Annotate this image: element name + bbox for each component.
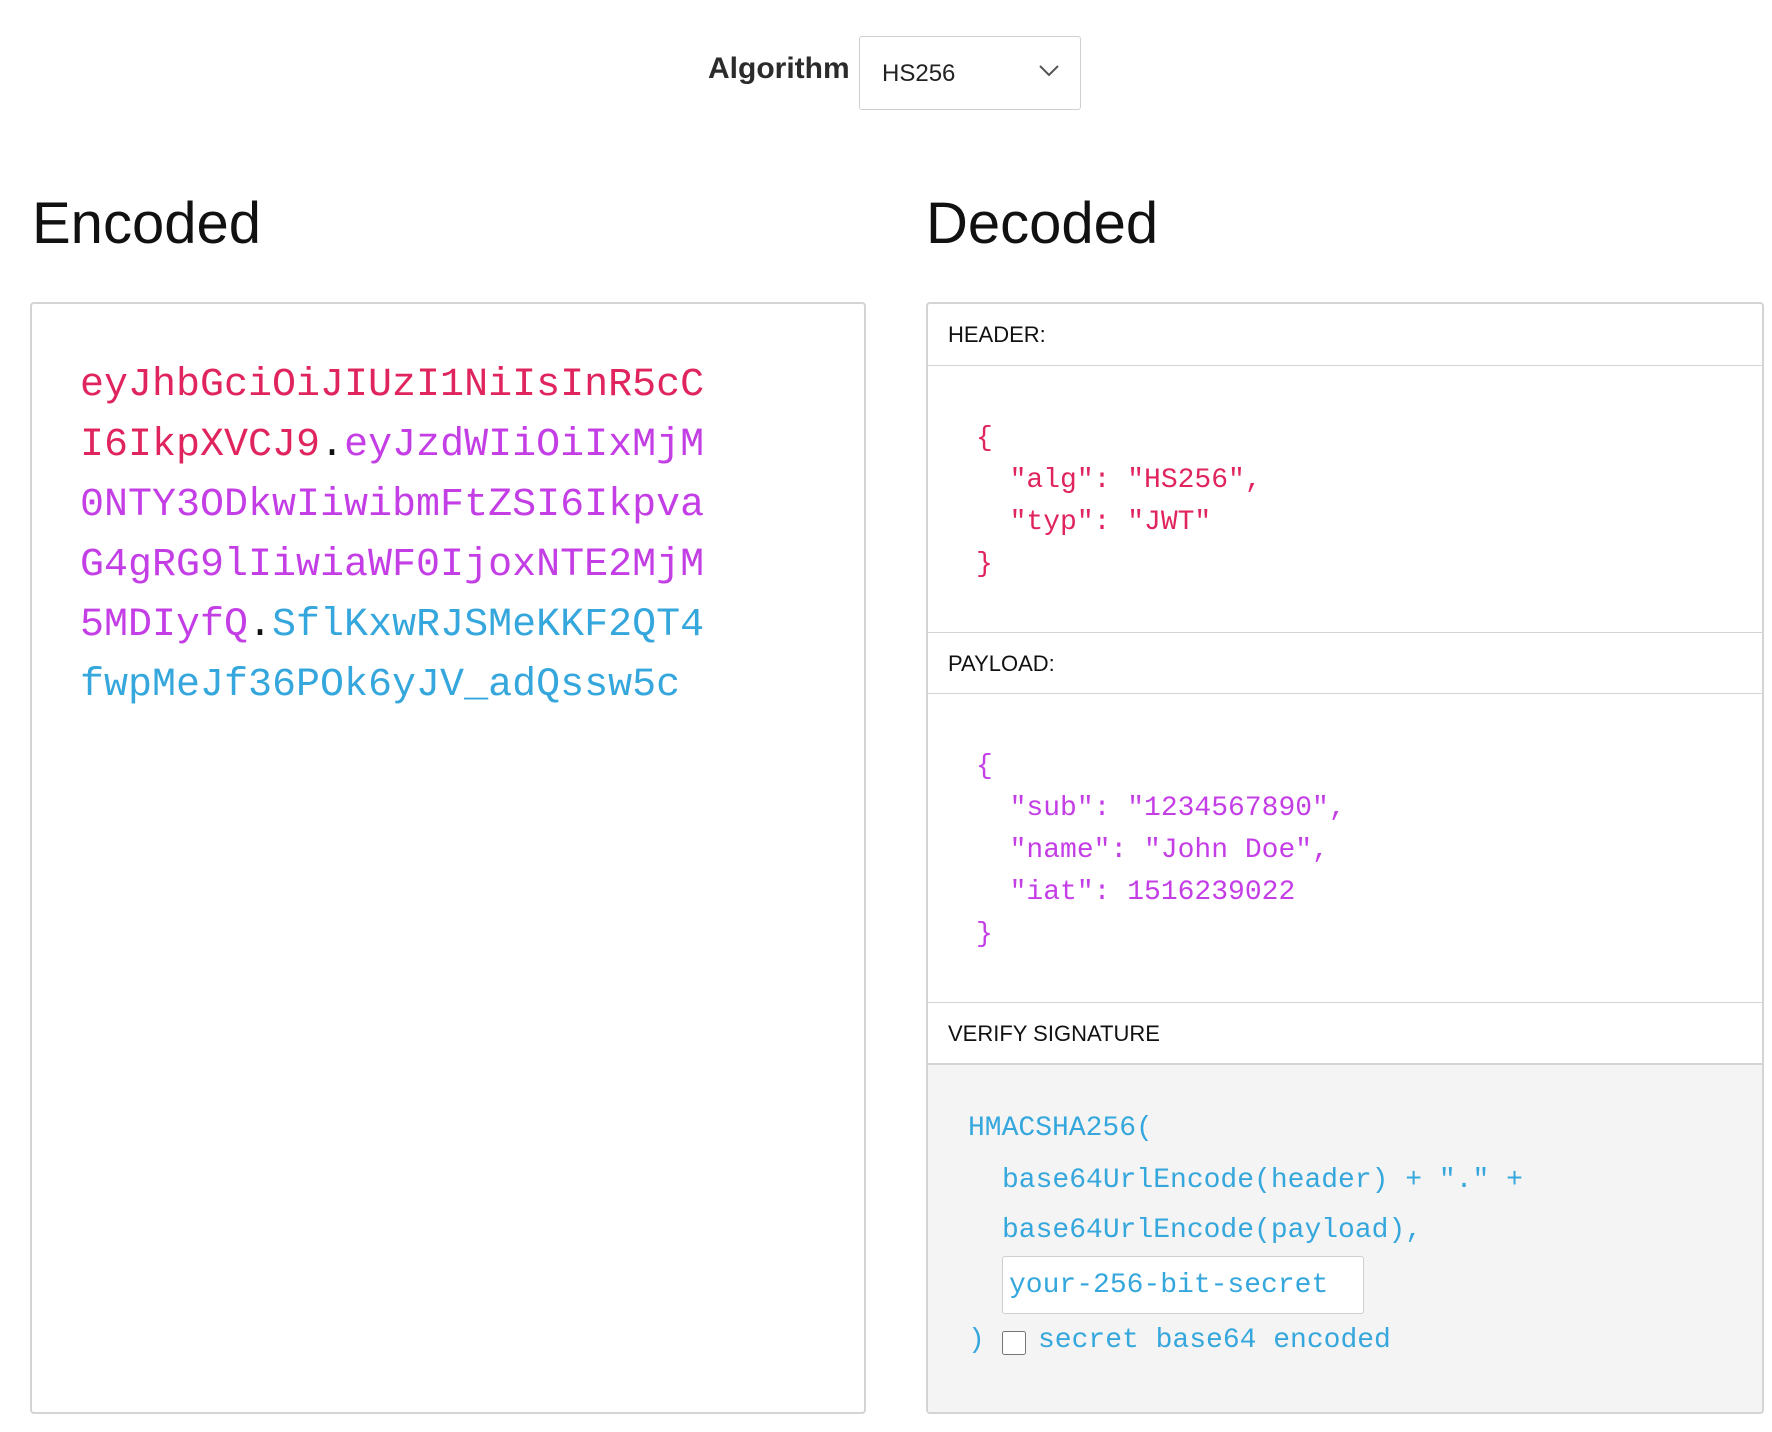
payload-json-editor[interactable]: { "sub": "1234567890", "name": "John Doe… xyxy=(928,694,1762,1002)
token-header-segment: eyJhbGciOiJIUzI1NiIsInR5cC xyxy=(80,363,705,408)
token-payload-segment: G4gRG9lIiwiaWF0IjoxNTE2MjM xyxy=(80,543,705,588)
encoded-token-editor[interactable]: eyJhbGciOiJIUzI1NiIsInR5cC I6IkpXVCJ9.ey… xyxy=(30,302,866,1414)
token-payload-segment: eyJzdWIiOiIxMjM xyxy=(344,423,705,468)
algorithm-label: Algorithm xyxy=(708,52,850,85)
hmac-function-open: HMACSHA256( xyxy=(968,1113,1153,1144)
token-header-segment: I6IkpXVCJ9 xyxy=(80,423,321,468)
header-section-title: HEADER: xyxy=(928,304,1762,366)
token-signature-segment: fwpMeJf36POk6yJV_adQssw5c xyxy=(80,663,681,708)
token-payload-segment: 5MDIyfQ xyxy=(80,603,249,648)
algorithm-select[interactable]: HS256 xyxy=(859,36,1081,110)
hmac-function-close: ) xyxy=(968,1325,985,1356)
token-payload-segment: 0NTY3ODkwIiwibmFtZSI6Ikpva xyxy=(80,483,705,528)
payload-section-title: PAYLOAD: xyxy=(928,632,1762,694)
token-separator: . xyxy=(248,603,273,648)
encoded-heading: Encoded xyxy=(32,191,261,256)
chevron-down-icon xyxy=(1039,65,1059,77)
secret-input[interactable] xyxy=(1002,1256,1364,1314)
hmac-payload-line: base64UrlEncode(payload), xyxy=(1002,1215,1423,1246)
secret-base64-checkbox[interactable] xyxy=(1002,1331,1026,1355)
decoded-heading: Decoded xyxy=(926,191,1159,256)
hmac-header-line: base64UrlEncode(header) + "." + xyxy=(1002,1165,1523,1196)
decoded-panel: HEADER: { "alg": "HS256", "typ": "JWT" }… xyxy=(926,302,1764,1414)
secret-base64-label[interactable]: secret base64 encoded xyxy=(1038,1325,1391,1356)
encoded-token-text[interactable]: eyJhbGciOiJIUzI1NiIsInR5cC I6IkpXVCJ9.ey… xyxy=(80,356,740,716)
token-signature-segment: SflKxwRJSMeKKF2QT4 xyxy=(272,603,705,648)
algorithm-selected-value: HS256 xyxy=(882,60,956,87)
verify-signature-body: HMACSHA256( base64UrlEncode(header) + ".… xyxy=(928,1064,1762,1412)
payload-json[interactable]: { "sub": "1234567890", "name": "John Doe… xyxy=(976,746,1346,956)
header-json-editor[interactable]: { "alg": "HS256", "typ": "JWT" } xyxy=(928,366,1762,632)
verify-signature-title: VERIFY SIGNATURE xyxy=(928,1002,1762,1064)
header-json[interactable]: { "alg": "HS256", "typ": "JWT" } xyxy=(976,418,1262,586)
token-separator: . xyxy=(320,423,345,468)
